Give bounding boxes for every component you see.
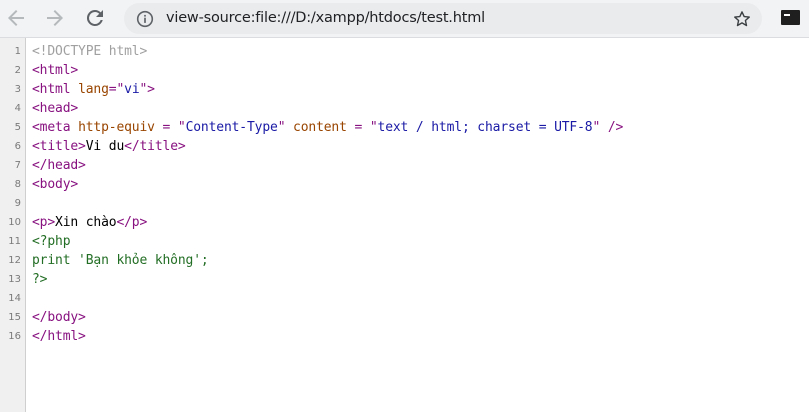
line-number: 13 xyxy=(8,274,21,285)
source-view: 1 <!DOCTYPE html> 2 <html> 3 <html lang="vi">… xyxy=(0,38,809,412)
line-number: 12 xyxy=(8,255,21,266)
code-token: <title> xyxy=(32,139,86,154)
source-line: 12 print 'Bạn khỏe không'; xyxy=(0,251,809,270)
code-token: <html> xyxy=(32,63,79,78)
line-code: <meta http-equiv = "Content-Type" conten… xyxy=(32,118,623,137)
url-text[interactable]: view-source:file:///D:/xampp/htdocs/test… xyxy=(166,3,485,34)
code-token: </p> xyxy=(116,215,148,230)
line-code: </head> xyxy=(32,156,86,175)
code-token: text / html; charset = UTF-8 xyxy=(377,120,593,135)
code-token: " xyxy=(277,120,294,135)
code-token: Vi du xyxy=(85,139,125,154)
terminal-icon[interactable] xyxy=(781,10,800,25)
address-bar[interactable]: view-source:file:///D:/xampp/htdocs/test… xyxy=(124,3,762,34)
code-token: print 'Bạn khỏe không'; xyxy=(32,253,209,268)
line-number: 14 xyxy=(8,293,21,304)
line-code: <?php xyxy=(32,232,71,251)
source-line: 3 <html lang="vi"> xyxy=(0,80,809,99)
source-line: 9 xyxy=(0,194,809,213)
line-code: <!DOCTYPE html> xyxy=(32,42,147,61)
source-line: 5 <meta http-equiv = "Content-Type" conte… xyxy=(0,118,809,137)
line-number: 16 xyxy=(8,331,21,342)
source-line: 7 </head> xyxy=(0,156,809,175)
code-token: <p> xyxy=(32,215,56,230)
source-line: 14 xyxy=(0,289,809,308)
line-number: 5 xyxy=(14,122,21,133)
line-number: 7 xyxy=(14,160,21,171)
line-number: 8 xyxy=(14,179,21,190)
browser-toolbar: view-source:file:///D:/xampp/htdocs/test… xyxy=(0,0,809,38)
reload-icon[interactable] xyxy=(83,6,107,30)
source-line: 15 </body> xyxy=(0,308,809,327)
code-token: Xin chào xyxy=(55,215,117,230)
line-code: <html lang="vi"> xyxy=(32,80,155,99)
code-token: ?> xyxy=(32,272,48,287)
source-line: 13 ?> xyxy=(0,270,809,289)
line-code: </body> xyxy=(32,308,86,327)
source-line: 10 <p>Xin chào</p> xyxy=(0,213,809,232)
star-icon[interactable] xyxy=(732,9,752,29)
line-code: </html> xyxy=(32,327,86,346)
line-code: print 'Bạn khỏe không'; xyxy=(32,251,209,270)
line-number: 11 xyxy=(8,236,21,247)
code-token: = " xyxy=(154,120,186,135)
source-line: 2 <html> xyxy=(0,61,809,80)
source-line: 1 <!DOCTYPE html> xyxy=(0,42,809,61)
info-icon[interactable] xyxy=(135,9,155,29)
line-number: 3 xyxy=(14,84,21,95)
code-token: <meta xyxy=(32,120,79,135)
source-line: 8 <body> xyxy=(0,175,809,194)
code-token: </title> xyxy=(124,139,186,154)
line-number: 9 xyxy=(14,198,21,209)
line-code: <head> xyxy=(32,99,78,118)
code-token: = " xyxy=(346,120,378,135)
code-token: <body> xyxy=(32,177,79,192)
code-token: " /> xyxy=(592,120,624,135)
source-line: 4 <head> xyxy=(0,99,809,118)
line-code: ?> xyxy=(32,270,48,289)
code-token: <?php xyxy=(32,234,71,249)
line-number: 10 xyxy=(8,217,21,228)
code-token: </html> xyxy=(32,329,86,344)
source-line: 11 <?php xyxy=(0,232,809,251)
line-number: 1 xyxy=(14,46,21,57)
code-token: content xyxy=(293,120,347,135)
line-code: <title>Vi du</title> xyxy=(32,137,186,156)
code-token: </head> xyxy=(32,158,86,173)
line-code: <body> xyxy=(32,175,78,194)
code-token: Content-Type xyxy=(185,120,278,135)
code-token: vi xyxy=(124,82,140,97)
source-line: 6 <title>Vi du</title> xyxy=(0,137,809,156)
line-number: 2 xyxy=(14,65,21,76)
source-line: 16 </html> xyxy=(0,327,809,346)
code-token: lang xyxy=(78,82,109,97)
code-token: "> xyxy=(139,82,156,97)
code-token: <!DOCTYPE html> xyxy=(32,44,148,59)
code-token: </body> xyxy=(32,310,86,325)
code-token: <head> xyxy=(32,101,79,116)
line-number: 15 xyxy=(8,312,21,323)
arrow-back-icon[interactable] xyxy=(4,6,28,30)
line-code: <p>Xin chào</p> xyxy=(32,213,147,232)
code-token: http-equiv xyxy=(78,120,155,135)
code-token: <html xyxy=(32,82,79,97)
line-number: 6 xyxy=(14,141,21,152)
line-code: <html> xyxy=(32,61,78,80)
line-number: 4 xyxy=(14,103,21,114)
arrow-forward-icon[interactable] xyxy=(43,6,67,30)
code-token: =" xyxy=(108,82,125,97)
